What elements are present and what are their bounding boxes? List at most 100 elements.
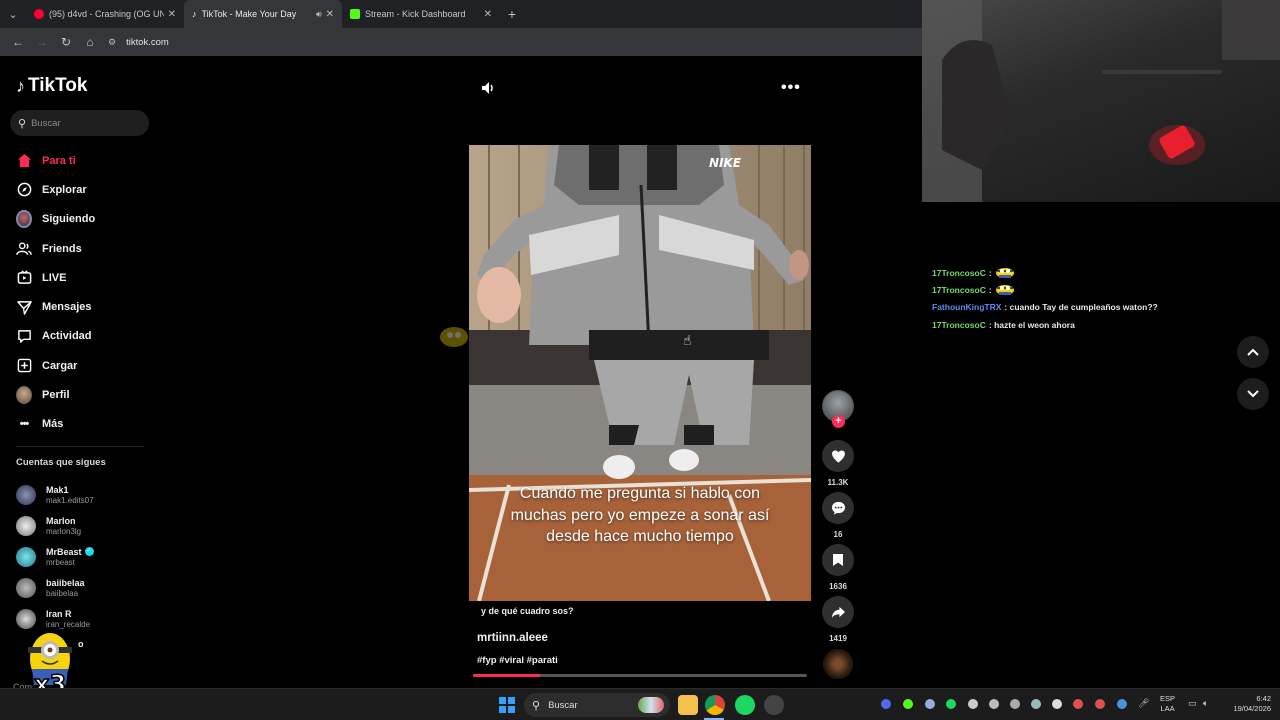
avatar xyxy=(16,546,36,567)
webcam-overlay xyxy=(922,0,1280,202)
sidebar-item-friends[interactable]: Friends xyxy=(16,234,95,263)
following-name: Marlon xyxy=(46,516,76,527)
volume-icon[interactable] xyxy=(480,80,496,99)
following-name-text: MrBeast xyxy=(46,546,82,557)
following-name: MrBeast ✓ xyxy=(46,547,94,557)
clock-date: 19/04/2026 xyxy=(1233,704,1271,713)
chat-emote-icon xyxy=(995,284,1014,295)
tab-close-icon[interactable]: ✕ xyxy=(484,9,492,20)
tray-app-icon[interactable] xyxy=(925,699,935,709)
volume-tray-icon[interactable]: 🔈︎ xyxy=(1203,698,1208,709)
reload-icon[interactable]: ↻ xyxy=(54,35,78,49)
chat-username[interactable]: FathounKingTRX xyxy=(932,302,1001,312)
file-explorer-icon[interactable] xyxy=(678,695,698,715)
chat-username[interactable]: 17TroncosoC xyxy=(932,285,986,295)
following-item[interactable]: MrBeast ✓ mrbeast xyxy=(16,542,94,573)
following-list: Mak1 mak1.edits07 Marlon marlon3lg MrBea… xyxy=(16,480,94,634)
following-item[interactable]: Marlon marlon3lg xyxy=(16,511,94,542)
url-text: tiktok.com xyxy=(126,36,169,48)
sidebar-divider xyxy=(16,446,144,447)
sidebar-item-label: LIVE xyxy=(42,271,67,284)
heart-icon xyxy=(822,440,854,472)
chrome-icon[interactable] xyxy=(705,695,725,715)
tray-app-icon[interactable] xyxy=(1073,699,1083,709)
forward-icon[interactable]: → xyxy=(30,35,54,49)
previous-video-button[interactable] xyxy=(1237,336,1269,368)
comment-icon xyxy=(822,492,854,524)
following-section-title: Cuentas que sigues xyxy=(16,457,106,468)
search-placeholder: Buscar xyxy=(31,117,61,129)
music-disc-icon[interactable] xyxy=(823,649,853,679)
bluetooth-tray-icon[interactable] xyxy=(1117,699,1127,709)
discord-tray-icon[interactable] xyxy=(881,699,891,709)
share-button[interactable]: 1419 xyxy=(822,596,854,643)
save-count: 1636 xyxy=(829,582,847,591)
tab-youtube[interactable]: (95) d4vd - Crashing (OG UNRE ✕ xyxy=(26,0,184,28)
windows-start-icon[interactable] xyxy=(499,697,515,713)
tab-audio-icon[interactable]: 🔊︎ xyxy=(316,9,322,20)
tab-close-icon[interactable]: ✕ xyxy=(168,9,176,20)
language-indicator[interactable]: ESP LAA xyxy=(1160,694,1175,714)
follow-plus-icon[interactable]: + xyxy=(832,415,845,428)
sidebar-item-siguiendo[interactable]: Siguiendo xyxy=(16,205,95,234)
tab-tiktok[interactable]: ♪ TikTok - Make Your Day 🔊︎ ✕ xyxy=(184,0,342,28)
sidebar-item-mensajes[interactable]: Mensajes xyxy=(16,292,95,321)
new-tab-button[interactable]: + xyxy=(500,6,524,22)
tiktok-note-icon: ♪ xyxy=(16,75,25,96)
steam-tray-icon[interactable] xyxy=(1031,699,1041,709)
spotify-tray-icon[interactable] xyxy=(946,699,956,709)
kick-tray-icon[interactable] xyxy=(903,699,913,709)
profile-avatar-icon xyxy=(16,386,32,405)
video-author[interactable]: mrtiinn.aleee xyxy=(477,632,548,644)
next-video-button[interactable] xyxy=(1237,378,1269,410)
home-browser-icon[interactable]: ⌂ xyxy=(78,35,102,49)
sidebar-item-actividad[interactable]: Actividad xyxy=(16,322,95,351)
like-button[interactable]: 11.3K xyxy=(822,440,854,487)
chat-username[interactable]: 17TroncosoC xyxy=(932,320,986,330)
save-button[interactable]: 1636 xyxy=(822,544,854,591)
sidebar-item-label: Actividad xyxy=(42,330,92,343)
tab-title: TikTok - Make Your Day xyxy=(201,9,297,19)
more-options-icon[interactable]: ••• xyxy=(781,79,801,97)
chevron-down-icon xyxy=(1247,390,1259,398)
sidebar-item-mas[interactable]: ••• Más xyxy=(16,410,95,439)
site-info-icon[interactable]: ⚙ xyxy=(108,37,116,48)
video-player[interactable]: NIKE Cuando me pregunta si hablo con muc… xyxy=(469,145,811,601)
microphone-icon[interactable]: 🎤︎ xyxy=(1138,698,1149,709)
search-input[interactable]: ⚲ Buscar xyxy=(10,110,149,136)
spotify-icon[interactable] xyxy=(735,695,755,715)
sidebar-item-explorar[interactable]: Explorar xyxy=(16,175,95,204)
taskbar-search-input[interactable]: ⚲ Buscar xyxy=(524,693,670,717)
following-item[interactable]: baiibelaa baiibelaa xyxy=(16,572,94,603)
tab-search-dropdown-icon[interactable]: ⌄ xyxy=(0,0,26,28)
chat-username[interactable]: 17TroncosoC xyxy=(932,268,986,278)
back-icon[interactable]: ← xyxy=(6,35,30,49)
steam-icon[interactable] xyxy=(764,695,784,715)
sidebar-item-label: Para ti xyxy=(42,154,76,167)
tab-kick[interactable]: Stream - Kick Dashboard ✕ xyxy=(342,0,500,28)
video-hashtags[interactable]: #fyp #viral #parati xyxy=(477,655,558,666)
sidebar-item-live[interactable]: LIVE xyxy=(16,263,95,292)
stream-chat: 17TroncosoC: 17TroncosoC: FathounKingTRX… xyxy=(932,264,1158,333)
url-field[interactable]: ⚙ tiktok.com xyxy=(108,37,169,48)
following-item[interactable]: Mak1 mak1.edits07 xyxy=(16,480,94,511)
video-progress-bar[interactable] xyxy=(473,674,807,677)
network-icon[interactable]: ▭ xyxy=(1188,698,1197,709)
video-description: y de qué cuadro sos? xyxy=(481,606,574,616)
tray-app-icon[interactable] xyxy=(1095,699,1105,709)
sidebar-item-para-ti[interactable]: Para ti xyxy=(16,146,95,175)
tray-app-icon[interactable] xyxy=(989,699,999,709)
system-clock[interactable]: 6:42 19/04/2026 xyxy=(1225,694,1271,714)
sidebar-item-perfil[interactable]: Perfil xyxy=(16,380,95,409)
sidebar-item-cargar[interactable]: Cargar xyxy=(16,351,95,380)
browser-address-bar: ← → ↻ ⌂ ⚙ tiktok.com xyxy=(0,28,922,56)
verified-badge-icon: ✓ xyxy=(84,547,94,557)
tiktok-logo[interactable]: ♪ TikTok xyxy=(16,75,87,97)
kick-favicon-icon xyxy=(350,9,360,19)
tab-close-icon[interactable]: ✕ xyxy=(326,9,334,20)
tray-app-icon[interactable] xyxy=(1010,699,1020,709)
obs-tray-icon[interactable] xyxy=(968,699,978,709)
comment-button[interactable]: 16 xyxy=(822,492,854,539)
tray-app-icon[interactable] xyxy=(1052,699,1062,709)
comment-count: 16 xyxy=(833,530,843,539)
